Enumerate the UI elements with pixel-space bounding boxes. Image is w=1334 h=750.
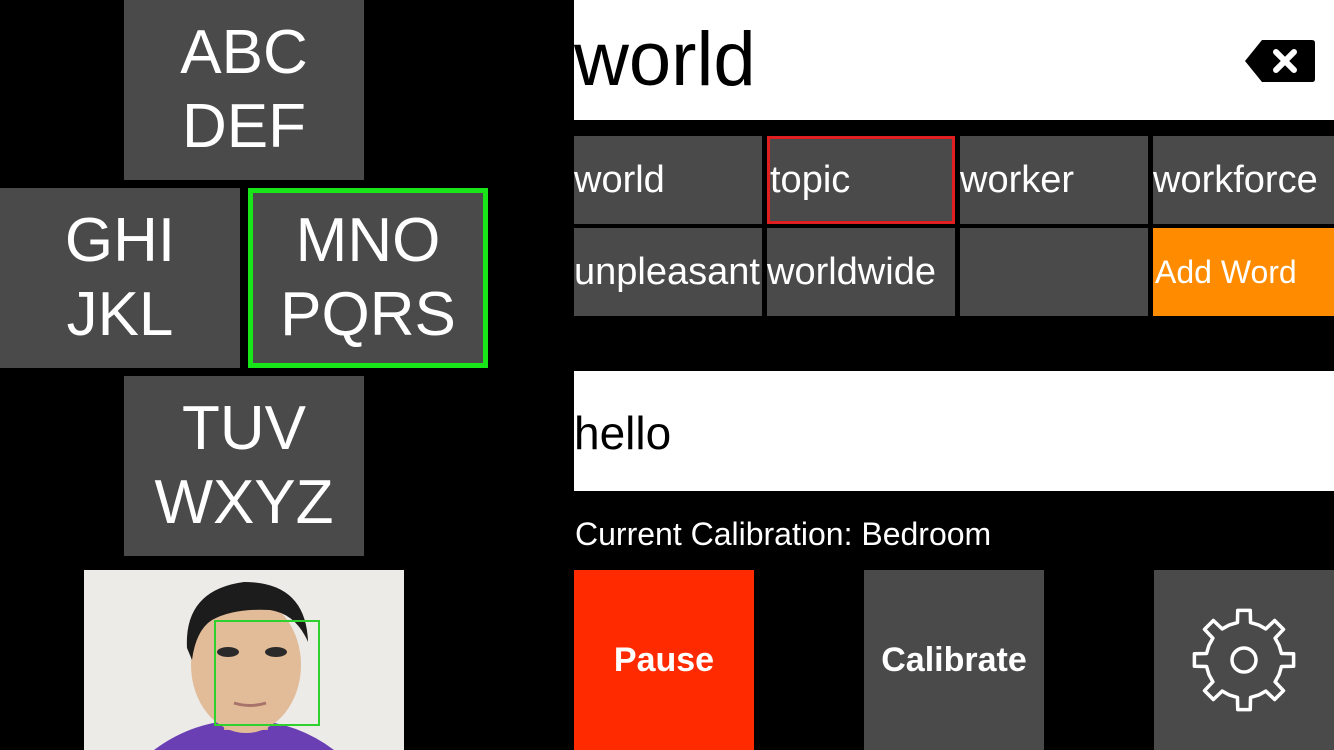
- pause-button[interactable]: Pause: [574, 570, 754, 750]
- suggestion-4[interactable]: workforce: [1153, 136, 1334, 224]
- camera-preview: [84, 570, 404, 750]
- calibrate-button-label: Calibrate: [881, 640, 1027, 679]
- key-tuv-line2: WXYZ: [154, 468, 334, 537]
- add-word-button[interactable]: Add Word: [1153, 228, 1334, 316]
- backspace-button[interactable]: [1244, 38, 1316, 84]
- current-word-text: world: [574, 17, 756, 102]
- backspace-icon: [1245, 40, 1315, 82]
- suggestion-6[interactable]: worldwide: [767, 228, 955, 316]
- key-tuv-wxyz[interactable]: TUV WXYZ: [124, 376, 364, 556]
- face-detection-box: [214, 620, 320, 726]
- suggestion-2[interactable]: topic: [767, 136, 955, 224]
- suggestion-3[interactable]: worker: [960, 136, 1148, 224]
- key-abc-def[interactable]: ABC DEF: [124, 0, 364, 180]
- key-tuv-line1: TUV: [182, 394, 306, 463]
- sentence-text: hello: [574, 407, 672, 459]
- key-ghi-jkl[interactable]: GHI JKL: [0, 188, 240, 368]
- add-word-label: Add Word: [1155, 253, 1297, 290]
- suggestion-1-label: world: [574, 158, 665, 201]
- calibration-label: Current Calibration: Bedroom: [575, 516, 992, 552]
- key-mno-pqrs[interactable]: MNO PQRS: [248, 188, 488, 368]
- current-word-field: world: [574, 0, 1334, 120]
- suggestion-7[interactable]: [960, 228, 1148, 316]
- pause-button-label: Pause: [613, 640, 715, 679]
- key-abc-line1: ABC: [180, 18, 308, 87]
- suggestion-5-label: unpleasant: [574, 250, 760, 293]
- gear-icon: [1192, 608, 1296, 712]
- sentence-field: hello: [574, 371, 1334, 491]
- suggestion-4-label: workforce: [1153, 158, 1318, 201]
- suggestion-6-label: worldwide: [767, 250, 936, 293]
- key-ghi-line1: GHI: [64, 206, 176, 275]
- suggestion-3-label: worker: [960, 158, 1075, 201]
- suggestion-1[interactable]: world: [574, 136, 762, 224]
- key-ghi-line2: JKL: [66, 280, 174, 349]
- key-abc-line2: DEF: [182, 92, 306, 161]
- settings-button[interactable]: [1154, 570, 1334, 750]
- key-mno-line2: PQRS: [280, 280, 456, 349]
- calibrate-button[interactable]: Calibrate: [864, 570, 1044, 750]
- suggestion-2-label: topic: [770, 158, 851, 201]
- key-mno-line1: MNO: [295, 206, 441, 275]
- suggestion-5[interactable]: unpleasant: [574, 228, 762, 316]
